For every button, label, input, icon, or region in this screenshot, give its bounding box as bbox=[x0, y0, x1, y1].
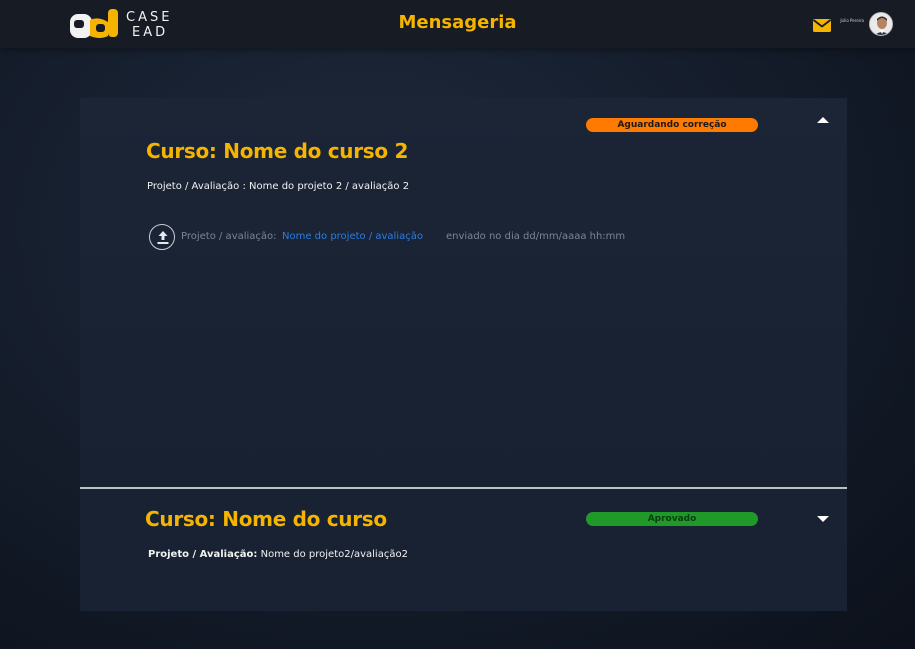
status-badge: Aprovado bbox=[586, 512, 758, 526]
submission-label: Projeto / avaliação: bbox=[181, 231, 277, 242]
course-card-expanded: Aguardando correção Curso: Nome do curso… bbox=[80, 98, 847, 488]
upload-icon[interactable] bbox=[149, 224, 175, 250]
user-name: Júlio Pereira bbox=[840, 18, 864, 23]
page-title: Mensageria bbox=[398, 12, 517, 33]
project-label: Projeto / Avaliação: bbox=[148, 549, 258, 560]
top-bar: CASE EAD Mensageria Júlio Pereira bbox=[0, 0, 915, 48]
chevron-up-icon[interactable] bbox=[816, 115, 830, 125]
avatar[interactable] bbox=[869, 12, 893, 36]
submission-date: enviado no dia dd/mm/aaaa hh:mm bbox=[446, 231, 626, 242]
project-line: Projeto / Avaliação: Nome do projeto2/av… bbox=[148, 549, 408, 560]
upload-arrow-icon bbox=[157, 231, 169, 244]
project-value: Nome do projeto2/avaliação2 bbox=[260, 549, 408, 560]
submission-link[interactable]: Nome do projeto / avaliação bbox=[282, 231, 423, 242]
course-title: Curso: Nome do curso bbox=[145, 507, 387, 531]
course-card-collapsed[interactable]: Aprovado Curso: Nome do curso Projeto / … bbox=[80, 489, 847, 611]
chevron-down-icon[interactable] bbox=[816, 514, 830, 524]
project-line: Projeto / Avaliação : Nome do projeto 2 … bbox=[147, 181, 410, 192]
course-title: Curso: Nome do curso 2 bbox=[146, 139, 409, 163]
submission-row: Projeto / avaliação: Nome do projeto / a… bbox=[149, 224, 709, 250]
mail-icon[interactable] bbox=[812, 17, 832, 33]
status-badge: Aguardando correção bbox=[586, 118, 758, 132]
